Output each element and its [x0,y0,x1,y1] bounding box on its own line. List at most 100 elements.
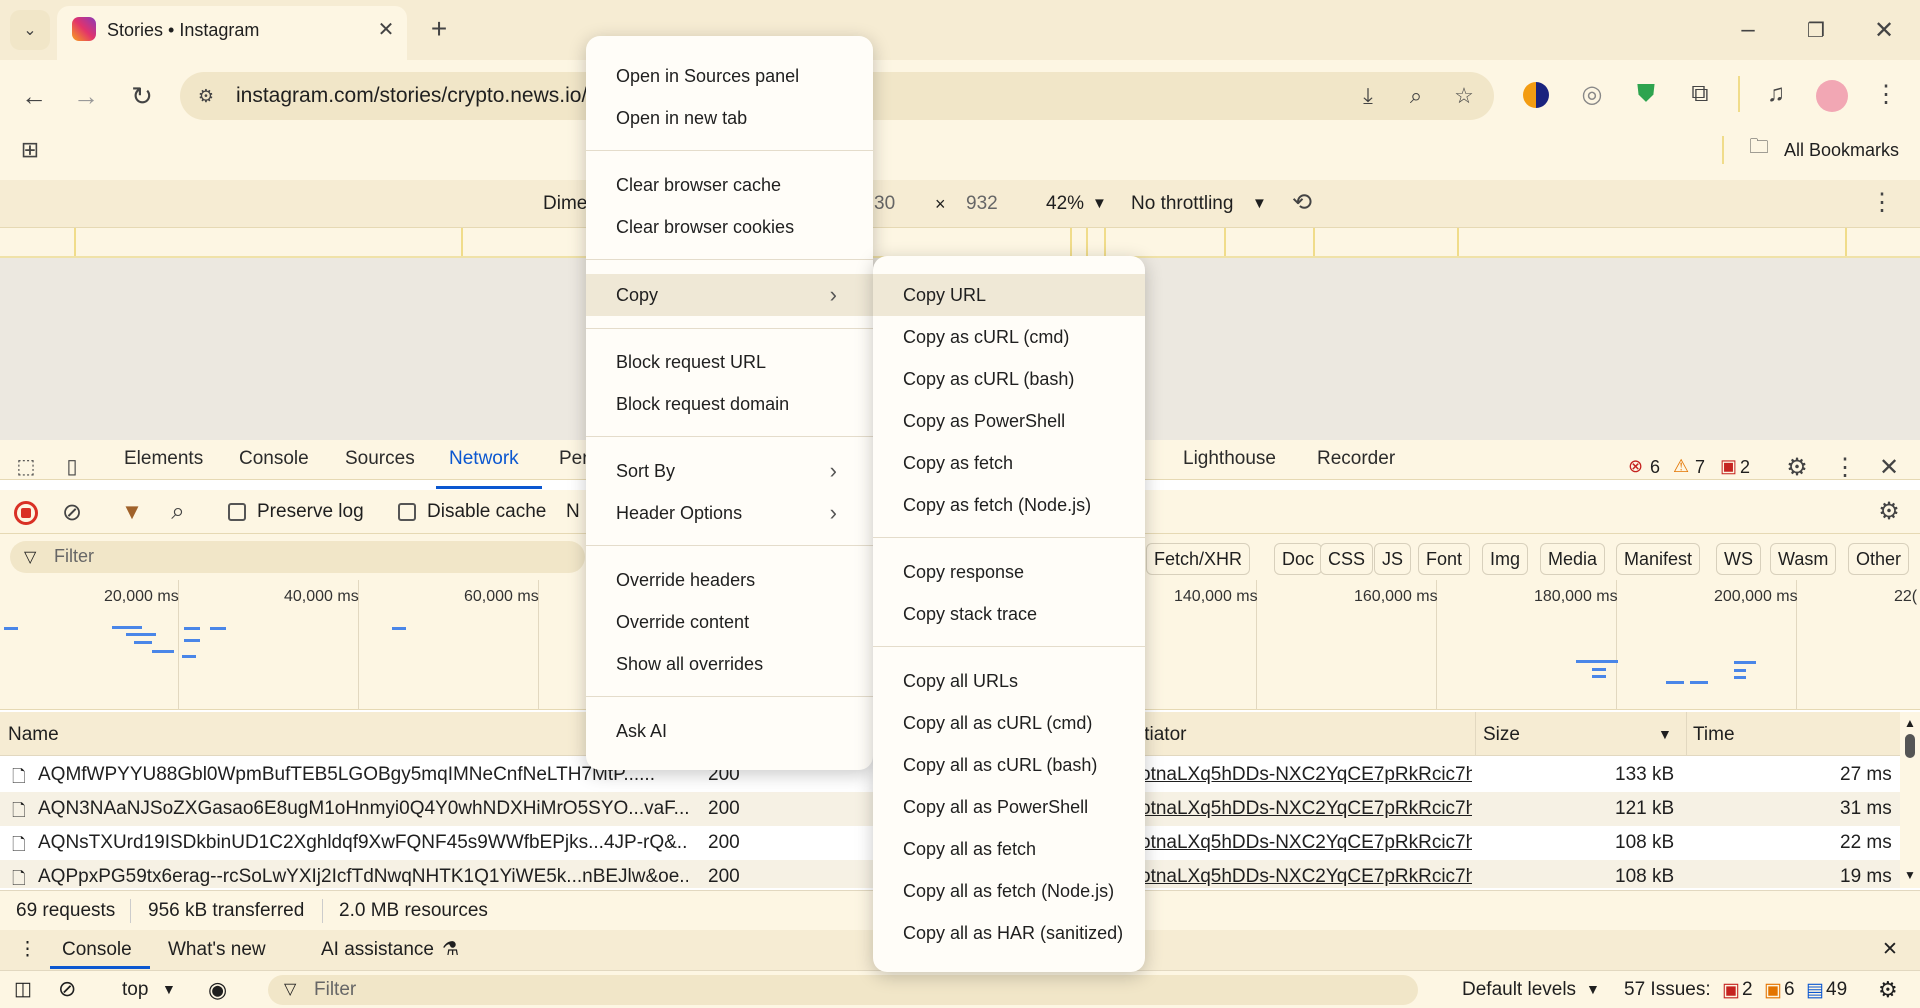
column-name[interactable]: Name [8,724,59,746]
menu-ask-ai[interactable]: Ask AI [586,711,873,751]
tab-search-chevron-icon[interactable]: ⌄ [10,10,50,50]
extension-icon[interactable] [1523,82,1549,108]
menu-open-in-new-tab[interactable]: Open in new tab [586,98,873,138]
zoom-icon[interactable]: ⌕ [1400,80,1432,112]
device-more-icon[interactable]: ⋮ [1868,188,1896,216]
table-scrollbar[interactable]: ▲ ▼ [1900,712,1920,888]
sidebar-toggle-icon[interactable]: ◫ [14,978,32,1001]
menu-copy-all-as-fetch[interactable]: Copy all as fetch [873,829,1145,869]
menu-copy-as-powershell[interactable]: Copy as PowerShell [873,401,1145,441]
close-drawer-icon[interactable]: ✕ [1882,938,1898,961]
console-filter-input[interactable]: ▽ Filter [268,975,1418,1005]
request-initiator[interactable]: otnaLXq5hDDs-NXC2YqCE7pRkRcic7h [1140,764,1472,786]
rotate-icon[interactable]: ⟲ [1286,186,1318,218]
menu-copy-as-fetch[interactable]: Copy as fetch [873,443,1145,483]
disable-cache-checkbox[interactable] [398,503,416,521]
context-dropdown-icon[interactable]: ▼ [162,981,176,997]
clear-icon[interactable]: ⊘ [58,498,86,526]
context-select[interactable]: top [122,979,148,1001]
browser-tab[interactable]: Stories • Instagram ✕ [57,6,407,60]
all-bookmarks[interactable]: All Bookmarks [1784,140,1899,161]
extensions-puzzle-icon[interactable]: ⧉ [1684,78,1716,110]
bookmark-star-icon[interactable]: ☆ [1448,80,1480,112]
filter-chip[interactable]: Media [1540,543,1606,575]
profile-avatar[interactable] [1816,80,1848,112]
tab-lighthouse[interactable]: Lighthouse [1183,448,1276,470]
drawer-tab-whats-new[interactable]: What's new [168,939,266,961]
tab-elements[interactable]: Elements [124,448,203,470]
filter-chip[interactable]: Fetch/XHR [1146,543,1251,575]
close-devtools-icon[interactable]: ✕ [1874,452,1904,482]
menu-clear-browser-cache[interactable]: Clear browser cache [586,165,873,205]
menu-override-content[interactable]: Override content [586,602,873,642]
menu-copy-url[interactable]: Copy URL [873,274,1145,316]
filter-chip[interactable]: Font [1418,543,1471,575]
menu-copy-all-as-har[interactable]: Copy all as HAR (sanitized) [873,913,1145,953]
drawer-menu-icon[interactable]: ⋮ [18,938,37,961]
width-input[interactable]: 30 [874,193,895,215]
minimize-icon[interactable]: – [1730,12,1766,48]
filter-chip[interactable]: Img [1482,543,1529,575]
filter-chip[interactable]: Doc [1274,543,1323,575]
filter-chip[interactable]: Wasm [1770,543,1837,575]
back-icon[interactable]: ← [16,78,52,114]
column-size[interactable]: Size [1483,724,1520,746]
menu-copy-all-as-powershell[interactable]: Copy all as PowerShell [873,787,1145,827]
warning-count[interactable]: 7 [1695,457,1705,478]
menu-copy-stack-trace[interactable]: Copy stack trace [873,594,1145,634]
request-initiator[interactable]: otnaLXq5hDDs-NXC2YqCE7pRkRcic7h [1140,866,1472,888]
filter-funnel-icon[interactable]: ▼ [118,498,146,526]
devtools-more-icon[interactable]: ⋮ [1830,452,1860,482]
filter-chip[interactable]: Other [1848,543,1910,575]
request-initiator[interactable]: otnaLXq5hDDs-NXC2YqCE7pRkRcic7h [1140,798,1472,820]
filter-chip[interactable]: Manifest [1616,543,1701,575]
device-toggle-icon[interactable]: ▯ [58,452,86,480]
zoom-select[interactable]: 42% [1046,193,1084,215]
filter-input[interactable]: ▽ Filter [10,541,585,573]
close-tab-icon[interactable]: ✕ [373,16,399,42]
preserve-log-label[interactable]: Preserve log [257,501,364,523]
network-settings-icon[interactable]: ⚙ [1874,496,1904,526]
column-time[interactable]: Time [1693,724,1735,746]
restore-icon[interactable]: ❐ [1798,12,1834,48]
request-name[interactable]: AQN3NAaNJSoZXGasao6E8ugM1oHnmyi0Q4Y0whND… [38,798,688,820]
throttling-dropdown-icon[interactable]: ▼ [1252,195,1267,212]
log-levels-select[interactable]: Default levels [1462,979,1576,1001]
grammarly-icon[interactable]: ◎ [1576,78,1608,110]
request-initiator[interactable]: otnaLXq5hDDs-NXC2YqCE7pRkRcic7h [1140,832,1472,854]
throttling-select[interactable]: No throttling [1131,193,1233,215]
filter-chip[interactable]: JS [1374,543,1412,575]
menu-copy-as-curl-bash[interactable]: Copy as cURL (bash) [873,359,1145,399]
menu-block-request-domain[interactable]: Block request domain [586,384,873,424]
forward-icon[interactable]: → [68,78,104,114]
apps-grid-icon[interactable]: ⊞ [14,134,46,166]
menu-copy-all-urls[interactable]: Copy all URLs [873,661,1145,701]
menu-open-in-sources[interactable]: Open in Sources panel [586,56,873,96]
inspect-element-icon[interactable]: ⬚ [12,452,40,480]
search-icon[interactable]: ⌕ [164,498,192,526]
live-expression-eye-icon[interactable]: ◉ [208,977,227,1003]
tab-recorder[interactable]: Recorder [1317,448,1395,470]
request-name[interactable]: AQMfWPYYU88Gbl0WpmBufTEB5LGOBgy5mqIMNeCn… [38,764,658,786]
scroll-down-icon[interactable]: ▼ [1904,868,1916,882]
drawer-tab-console[interactable]: Console [62,939,132,961]
menu-show-all-overrides[interactable]: Show all overrides [586,644,873,684]
record-stop-icon[interactable] [14,501,38,525]
scroll-thumb[interactable] [1905,734,1915,758]
url-text[interactable]: instagram.com/stories/crypto.news.io/ [236,84,636,108]
preserve-log-checkbox[interactable] [228,503,246,521]
settings-gear-icon[interactable]: ⚙ [1782,452,1812,482]
menu-clear-browser-cookies[interactable]: Clear browser cookies [586,207,873,247]
menu-copy-as-fetch-node[interactable]: Copy as fetch (Node.js) [873,485,1145,525]
scroll-up-icon[interactable]: ▲ [1904,716,1916,730]
close-window-icon[interactable]: ✕ [1866,12,1902,48]
install-app-icon[interactable]: ⤓ [1352,80,1384,112]
clear-console-icon[interactable]: ⊘ [58,976,76,1002]
filter-chip[interactable]: WS [1716,543,1761,575]
tab-network[interactable]: Network [449,448,519,470]
request-name[interactable]: AQPpxPG59tx6erag--rcSoLwYXIj2IcfTdNwqNHT… [38,866,688,888]
shield-extension-icon[interactable]: ⛊ [1630,78,1662,110]
media-control-icon[interactable]: ♫ [1760,78,1792,110]
tab-console[interactable]: Console [239,448,309,470]
error-count[interactable]: 6 [1650,457,1660,478]
